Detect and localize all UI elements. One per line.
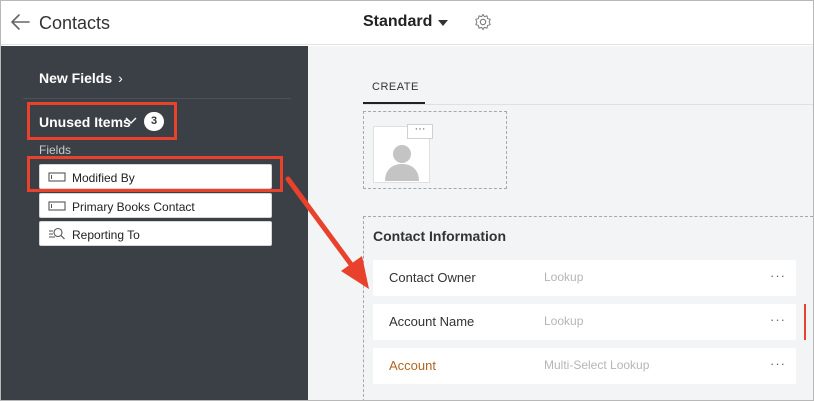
chevron-down-icon[interactable] [124,113,138,127]
more-options-icon[interactable]: ··· [770,356,786,371]
section-title: Contact Information [373,228,506,244]
row-edge-marker [804,304,806,340]
fields-heading: Fields [39,143,72,157]
photo-more-options-icon[interactable]: ··· [407,124,433,139]
avatar-placeholder-icon [385,145,419,181]
contact-information-section: Contact Information Contact Owner Lookup… [363,216,813,400]
tab-bar-line [363,104,813,105]
back-arrow-icon[interactable] [9,11,33,33]
field-row-type: Lookup [544,270,584,284]
profile-photo-card[interactable]: ··· [373,124,433,183]
field-item-label: Primary Books Contact [72,200,195,214]
field-row-account-name[interactable]: Account Name Lookup ··· [373,304,796,340]
chevron-down-icon[interactable] [438,20,448,26]
text-field-icon [48,201,66,211]
field-row-contact-owner[interactable]: Contact Owner Lookup ··· [373,260,796,296]
sidebar-divider [23,98,291,99]
layout-selector[interactable]: Standard [363,13,432,31]
new-fields-toggle[interactable]: New Fields › [39,70,123,86]
chevron-right-icon: › [118,70,123,86]
more-options-icon[interactable]: ··· [770,312,786,327]
more-options-icon[interactable]: ··· [770,268,786,283]
photo-drop-area: ··· [363,111,507,189]
top-header: Contacts Standard [1,1,813,45]
modified-by-highlight [27,156,283,192]
sidebar: New Fields › Unused Items 3 Fields Modifi… [1,46,308,400]
unused-count-badge: 3 [144,112,164,131]
field-row-label: Account [389,358,436,373]
field-item-reporting-to[interactable]: Reporting To [39,221,272,246]
field-row-account[interactable]: Account Multi-Select Lookup ··· [373,348,796,384]
field-row-type: Multi-Select Lookup [544,358,650,372]
unused-items-toggle[interactable]: Unused Items [39,114,131,130]
field-row-type: Lookup [544,314,584,328]
tab-create[interactable]: CREATE [372,81,419,93]
lookup-icon [49,227,65,240]
field-row-label: Account Name [389,314,475,329]
field-row-label: Contact Owner [389,270,476,285]
field-item-primary-books-contact[interactable]: Primary Books Contact [39,193,272,218]
field-item-label: Reporting To [72,228,140,242]
new-fields-label: New Fields [39,70,113,86]
app-window: Contacts Standard New Fields › Unused Ite… [0,0,814,401]
gear-icon[interactable] [474,13,492,31]
layout-canvas: CREATE ··· Contact Information Contact O… [308,46,813,400]
page-title: Contacts [39,13,111,33]
